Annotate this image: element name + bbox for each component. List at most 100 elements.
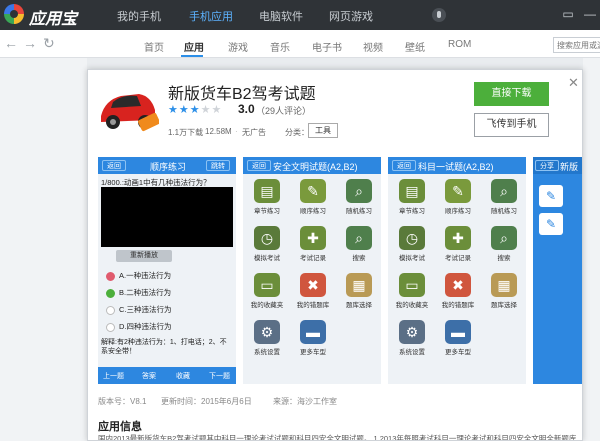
star-icon: ★ (200, 104, 212, 116)
back-arrow-icon[interactable]: ← (4, 35, 18, 51)
screenshot-3[interactable]: 返回 科目一试题(A2,B2) ▤ 章节练习 ✎ 顺序练习 ⌕ 随机练习 ◷ 模拟考试 ✚ 考试记… (388, 157, 526, 384)
search-input[interactable] (553, 37, 600, 53)
menu-grid-item: ⌕ 随机练习 (482, 179, 526, 215)
menu-grid-label: 顺序练习 (300, 208, 326, 215)
category-label: 分类： (285, 128, 309, 137)
topnav-my-phone[interactable]: 我的手机 (117, 8, 161, 24)
menu-grid-label: 随机练习 (346, 208, 372, 215)
version: 版本号：V8.1 (98, 397, 147, 406)
screenshot-header: 返回 科目一试题(A2,B2) (388, 157, 526, 174)
menu-grid-item: ✎ 顺序练习 (436, 179, 480, 215)
pencil-icon: ✎ (300, 179, 326, 203)
source: 来源：海沙工作室 (273, 397, 337, 406)
category-home[interactable]: 首页 (144, 39, 164, 54)
back-button: 返回 (247, 160, 271, 171)
category-music[interactable]: 音乐 (270, 39, 290, 54)
menu-grid-label: 系统设置 (254, 349, 280, 356)
download-button[interactable]: 直接下载 (474, 82, 549, 106)
category-ebooks[interactable]: 电子书 (312, 39, 342, 54)
topnav-pc-software[interactable]: 电脑软件 (259, 8, 303, 24)
screenshot-header: 返回 安全文明试题(A2,B2) (243, 157, 381, 174)
record-icon: ✚ (300, 226, 326, 250)
close-icon[interactable]: ✕ (568, 75, 579, 91)
radio-icon (106, 322, 115, 332)
topnav-web-games[interactable]: 网页游戏 (329, 8, 373, 24)
record-icon: ✚ (445, 226, 471, 250)
menu-grid-label: 我的错题库 (296, 302, 330, 309)
app-icon (97, 80, 159, 138)
app-description: 国内2013最新版货车B2驾考试题其中科目一理论考试试题和科目四安全文明试题。 … (98, 434, 578, 441)
screenshot-title: 科目一试题(A2,B2) (418, 162, 494, 172)
send-to-phone-button[interactable]: 飞传到手机 (474, 113, 549, 137)
pencil-icon: ✎ (445, 179, 471, 203)
menu-grid-item: ◷ 模拟考试 (390, 226, 434, 262)
folder-icon: ▭ (254, 273, 280, 297)
answer-option: C.三种违法行为 (106, 304, 172, 315)
list-item-icon: ✎ (539, 185, 563, 207)
screenshot-title: 新版 (560, 162, 579, 172)
menu-grid-item: ▬ 更多车型 (436, 320, 480, 356)
car-icon: ▬ (445, 320, 471, 344)
category-apps[interactable]: 应用 (184, 39, 204, 54)
magnifier-icon: ⌕ (491, 226, 517, 250)
screenshot-header: 返回 顺序练习 跳转 (98, 157, 236, 174)
magnifier-icon: ⌕ (346, 226, 372, 250)
book-icon: ▤ (254, 179, 280, 203)
menu-grid-item: ▤ 章节练习 (390, 179, 434, 215)
menu-grid-label: 考试记录 (300, 255, 326, 262)
category-tag[interactable]: 工具 (308, 123, 338, 138)
menu-grid-item: ⚙ 系统设置 (245, 320, 289, 356)
background-left (0, 58, 87, 441)
menu-grid-label: 题库选择 (491, 302, 517, 309)
favorite-button: 收藏 (176, 373, 190, 380)
menu-grid-item: ▤ 章节练习 (245, 179, 289, 215)
screenshot-header: 分享 新版 (533, 157, 582, 174)
category-wallpaper[interactable]: 壁纸 (405, 39, 425, 54)
category-video[interactable]: 视频 (363, 39, 383, 54)
app-name: 应用宝 (29, 11, 78, 28)
separator: · (235, 127, 238, 136)
menu-grid-label: 搜索 (352, 255, 366, 262)
book-icon: ▤ (399, 179, 425, 203)
app-size: 12.58M (205, 127, 232, 136)
screenshot-4[interactable]: 分享 新版 ✎ ✎ (533, 157, 582, 384)
menu-icon[interactable]: ▭ (556, 0, 580, 30)
menu-grid-item: ✖ 我的错题库 (436, 273, 480, 309)
menu-grid-label: 搜索 (497, 255, 511, 262)
menu-grid-label: 我的收藏夹 (250, 302, 284, 309)
menu-grid-label: 我的错题库 (441, 302, 475, 309)
menu-grid-label: 章节练习 (399, 208, 425, 215)
star-icon: ★ (211, 104, 223, 116)
answer-button: 答案 (142, 373, 156, 380)
menu-grid-label: 更多车型 (445, 349, 471, 356)
app-logo-icon (4, 4, 24, 24)
wrong-book-icon: ✖ (300, 273, 326, 297)
menu-grid-label: 更多车型 (300, 349, 326, 356)
menu-grid-item: ✎ 顺序练习 (291, 179, 335, 215)
menu-grid-label: 题库选择 (346, 302, 372, 309)
category-games[interactable]: 游戏 (228, 39, 248, 54)
separator: · (198, 127, 201, 136)
answer-explanation: 解释:有2种违法行为：1、打电话；2、不系安全带！ (101, 339, 227, 355)
menu-grid-item: ⌕ 搜索 (482, 226, 526, 262)
menu-grid-item: ✖ 我的错题库 (291, 273, 335, 309)
topnav-phone-apps[interactable]: 手机应用 (189, 8, 233, 24)
refresh-icon[interactable]: ↻ (43, 35, 55, 52)
screenshot-2[interactable]: 返回 安全文明试题(A2,B2) ▤ 章节练习 ✎ 顺序练习 ⌕ 随机练习 ◷ 模拟考试 ✚ 考试… (243, 157, 381, 384)
screenshot-1[interactable]: 返回 顺序练习 跳转 1/800.:动画1中有几种违法行为？ 重新播放 A.一种… (98, 157, 236, 384)
jump-button: 跳转 (206, 160, 230, 171)
menu-grid-label: 模拟考试 (254, 255, 280, 262)
minimize-icon[interactable]: — (578, 0, 600, 30)
forward-arrow-icon[interactable]: → (23, 35, 37, 51)
star-icon: ★ (168, 104, 179, 116)
star-icon: ★ (189, 104, 201, 116)
menu-grid-item: ⌕ 搜索 (337, 226, 381, 262)
rating-stars: ★★★★★ (168, 103, 222, 116)
prev-question-button: 上一题 (103, 373, 124, 380)
microphone-icon[interactable] (432, 8, 446, 22)
folder-icon: ▭ (399, 273, 425, 297)
back-button: 返回 (392, 160, 416, 171)
list-item-icon: ✎ (539, 213, 563, 235)
share-button: 分享 (535, 160, 559, 171)
category-rom[interactable]: ROM (448, 39, 471, 50)
